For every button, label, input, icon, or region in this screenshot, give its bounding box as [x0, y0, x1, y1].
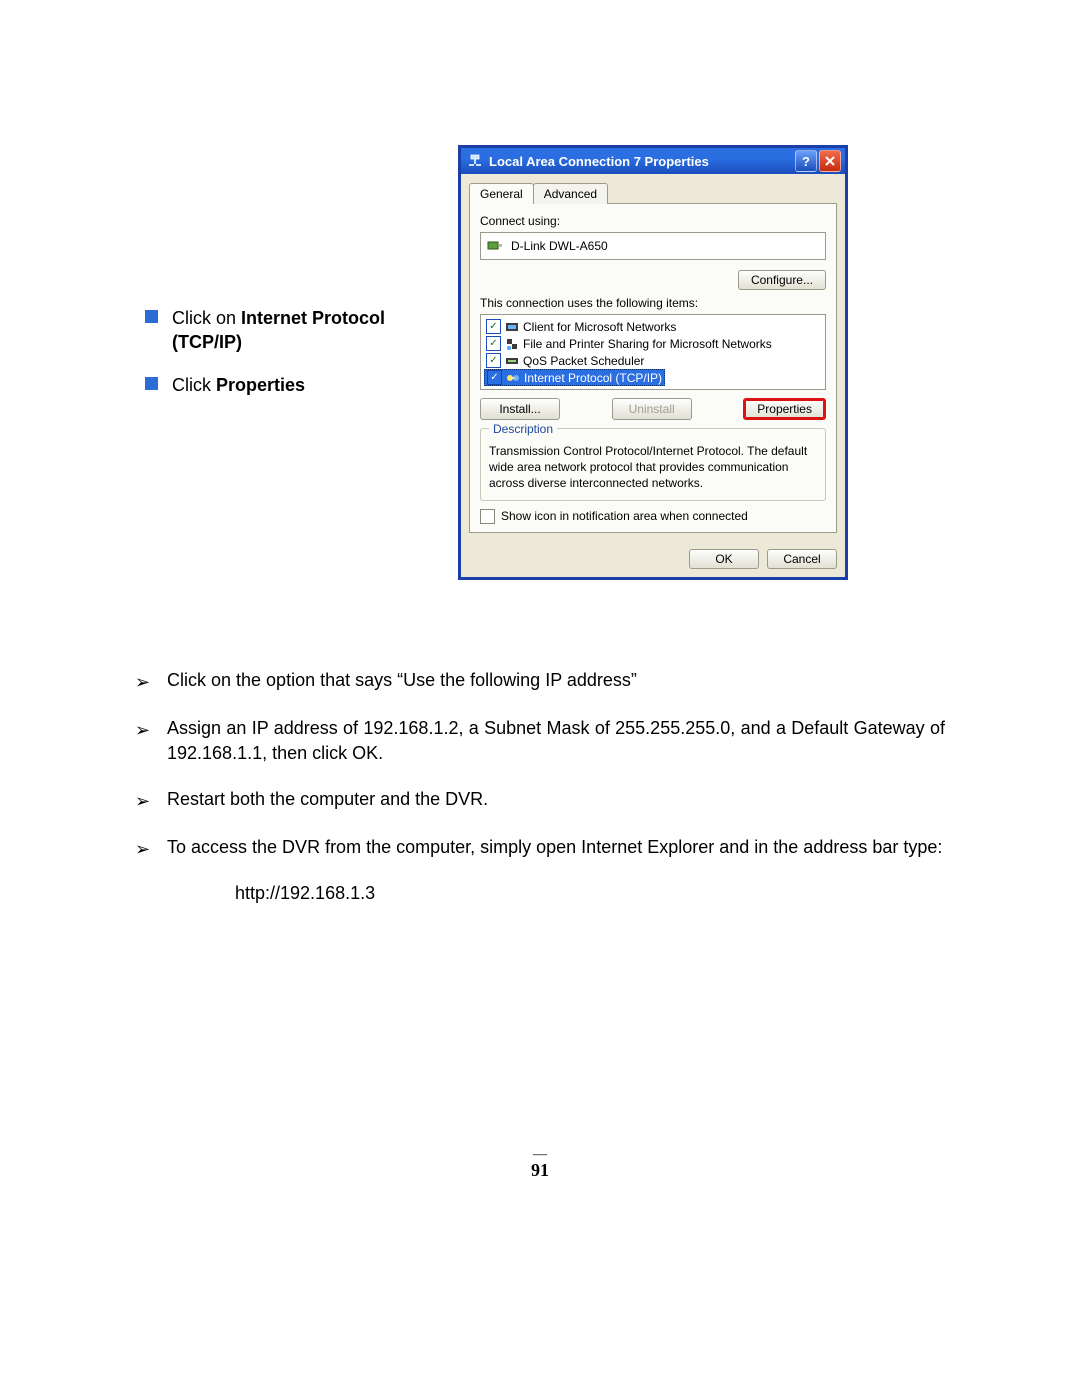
- tab-body: Connect using: D-Link DWL-A650 Configure…: [469, 203, 837, 533]
- step-3: ➢ Restart both the computer and the DVR.: [135, 787, 945, 813]
- instruction-1-prefix: Click on: [172, 308, 241, 328]
- left-instructions: Click on Internet Protocol (TCP/IP) Clic…: [145, 306, 445, 415]
- list-item-label: Internet Protocol (TCP/IP): [524, 371, 662, 385]
- instruction-2: Click Properties: [145, 373, 445, 397]
- instruction-2-prefix: Click: [172, 375, 216, 395]
- bullet-square-icon: [145, 310, 158, 323]
- install-button[interactable]: Install...: [480, 398, 560, 420]
- arrow-icon: ➢: [135, 718, 153, 742]
- instruction-1: Click on Internet Protocol (TCP/IP): [145, 306, 445, 355]
- list-item-label: QoS Packet Scheduler: [523, 354, 644, 368]
- client-icon: [505, 320, 519, 334]
- description-legend: Description: [489, 422, 557, 436]
- step-text: Restart both the computer and the DVR.: [167, 787, 945, 811]
- list-item-label: File and Printer Sharing for Microsoft N…: [523, 337, 772, 351]
- list-item[interactable]: ✓ Client for Microsoft Networks: [484, 318, 822, 335]
- arrow-icon: ➢: [135, 837, 153, 861]
- checkbox-icon[interactable]: ✓: [487, 370, 502, 385]
- show-icon-label: Show icon in notification area when conn…: [501, 509, 748, 523]
- checkbox-icon[interactable]: ✓: [486, 336, 501, 351]
- description-text: Transmission Control Protocol/Internet P…: [489, 443, 817, 492]
- step-2: ➢ Assign an IP address of 192.168.1.2, a…: [135, 716, 945, 765]
- list-item[interactable]: ✓ QoS Packet Scheduler: [484, 352, 822, 369]
- titlebar[interactable]: Local Area Connection 7 Properties ?: [461, 148, 845, 174]
- help-button[interactable]: ?: [795, 150, 817, 172]
- uninstall-button: Uninstall: [612, 398, 692, 420]
- nic-name: D-Link DWL-A650: [511, 239, 608, 253]
- configure-button[interactable]: Configure...: [738, 270, 826, 290]
- list-item-label: Client for Microsoft Networks: [523, 320, 676, 334]
- arrow-icon: ➢: [135, 789, 153, 813]
- close-button[interactable]: [819, 150, 841, 172]
- properties-dialog: Local Area Connection 7 Properties ? Gen…: [458, 145, 848, 580]
- connection-icon: [467, 153, 483, 169]
- connect-using-label: Connect using:: [480, 214, 826, 228]
- qos-icon: [505, 354, 519, 368]
- cancel-button[interactable]: Cancel: [767, 549, 837, 569]
- ok-button[interactable]: OK: [689, 549, 759, 569]
- description-group: Description Transmission Control Protoco…: [480, 428, 826, 501]
- tab-advanced[interactable]: Advanced: [533, 183, 608, 204]
- bullet-square-icon: [145, 377, 158, 390]
- items-list[interactable]: ✓ Client for Microsoft Networks ✓ File a…: [480, 314, 826, 390]
- list-item-selected[interactable]: ✓ Internet Protocol (TCP/IP): [484, 369, 665, 386]
- instruction-2-bold: Properties: [216, 375, 305, 395]
- nic-box: D-Link DWL-A650: [480, 232, 826, 260]
- step-1: ➢ Click on the option that says “Use the…: [135, 668, 945, 694]
- step-text: Assign an IP address of 192.168.1.2, a S…: [167, 716, 945, 765]
- tab-general[interactable]: General: [469, 183, 534, 204]
- steps-list: ➢ Click on the option that says “Use the…: [135, 668, 945, 904]
- checkbox-icon[interactable]: [480, 509, 495, 524]
- arrow-icon: ➢: [135, 670, 153, 694]
- show-icon-row[interactable]: Show icon in notification area when conn…: [480, 509, 826, 524]
- items-label: This connection uses the following items…: [480, 296, 826, 310]
- step-text: Click on the option that says “Use the f…: [167, 668, 945, 692]
- step-text: To access the DVR from the computer, sim…: [167, 835, 945, 859]
- dialog-footer: OK Cancel: [461, 541, 845, 577]
- dialog-title: Local Area Connection 7 Properties: [489, 154, 709, 169]
- step-4: ➢ To access the DVR from the computer, s…: [135, 835, 945, 861]
- tabs: General Advanced: [469, 182, 837, 203]
- nic-icon: [487, 240, 503, 252]
- url-line: http://192.168.1.3: [235, 883, 945, 904]
- checkbox-icon[interactable]: ✓: [486, 319, 501, 334]
- tcpip-icon: [506, 371, 520, 385]
- properties-button[interactable]: Properties: [743, 398, 826, 420]
- list-item[interactable]: ✓ File and Printer Sharing for Microsoft…: [484, 335, 822, 352]
- share-icon: [505, 337, 519, 351]
- page-number: — 91: [0, 1150, 1080, 1181]
- checkbox-icon[interactable]: ✓: [486, 353, 501, 368]
